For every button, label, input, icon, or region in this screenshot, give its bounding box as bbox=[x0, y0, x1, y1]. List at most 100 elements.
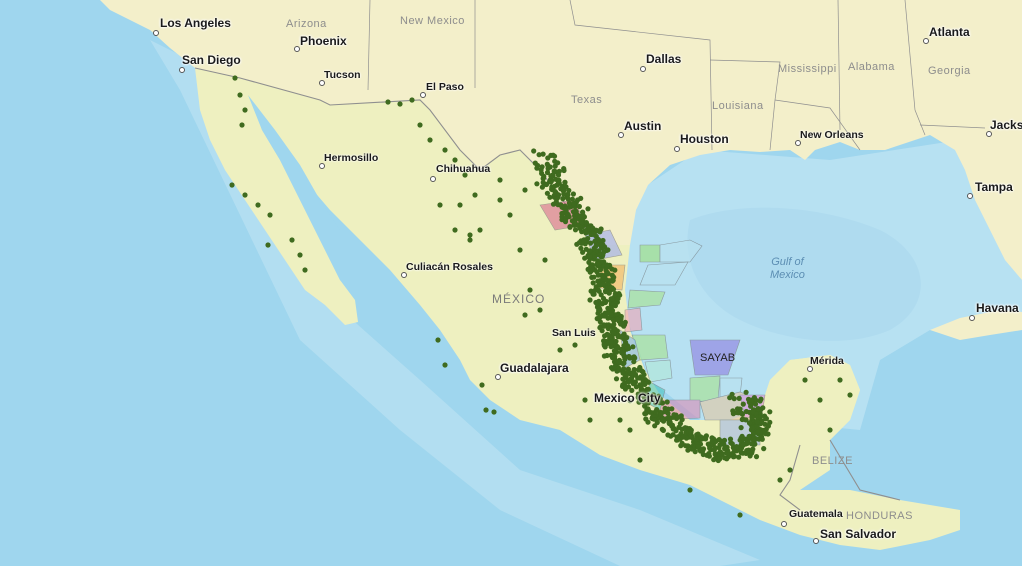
well-point bbox=[597, 314, 604, 320]
well-point bbox=[712, 445, 719, 451]
well-point bbox=[612, 326, 618, 332]
well-point bbox=[297, 252, 303, 258]
well-point bbox=[620, 351, 627, 358]
well-point bbox=[758, 413, 764, 419]
well-point bbox=[576, 240, 583, 246]
well-point bbox=[595, 287, 601, 293]
city-label-austin: Austin bbox=[624, 119, 662, 133]
block-label-sayab: SAYAB bbox=[700, 352, 736, 364]
city-marker bbox=[674, 146, 680, 152]
well-point bbox=[540, 175, 547, 181]
well-point bbox=[724, 456, 730, 462]
well-point bbox=[232, 75, 238, 81]
city-label-san-salvador: San Salvador bbox=[820, 527, 897, 541]
well-point bbox=[611, 331, 617, 337]
well-point bbox=[817, 397, 823, 403]
well-point bbox=[522, 187, 528, 193]
map-view[interactable]: Los Angeles San Diego Phoenix Tucson El … bbox=[0, 0, 1022, 566]
well-point bbox=[567, 224, 573, 230]
well-point bbox=[737, 512, 743, 518]
well-point bbox=[604, 262, 610, 268]
well-point bbox=[545, 155, 551, 161]
well-point bbox=[608, 305, 614, 311]
well-point bbox=[442, 147, 448, 153]
well-point bbox=[599, 251, 605, 257]
well-point bbox=[717, 456, 723, 462]
well-point bbox=[738, 410, 745, 416]
well-point bbox=[666, 414, 672, 421]
well-point bbox=[555, 178, 562, 185]
well-point bbox=[609, 278, 615, 284]
well-point bbox=[603, 289, 609, 295]
city-label-culiacan-rosales: Culiacán Rosales bbox=[406, 261, 493, 273]
well-point bbox=[677, 414, 684, 420]
well-point bbox=[538, 167, 544, 173]
city-label-houston: Houston bbox=[680, 132, 729, 146]
well-point bbox=[627, 427, 633, 433]
well-point bbox=[598, 242, 604, 248]
well-point bbox=[712, 451, 718, 457]
well-point bbox=[616, 367, 622, 373]
well-point bbox=[572, 342, 578, 348]
well-point bbox=[623, 384, 629, 390]
well-point bbox=[743, 417, 749, 423]
well-point bbox=[479, 382, 485, 388]
well-point bbox=[557, 347, 563, 353]
well-point bbox=[743, 389, 749, 395]
city-label-guadalajara: Guadalajara bbox=[500, 361, 569, 375]
well-point bbox=[719, 438, 725, 444]
well-point bbox=[827, 427, 833, 433]
well-point bbox=[738, 425, 744, 431]
well-point bbox=[640, 369, 646, 375]
well-point bbox=[736, 454, 742, 460]
well-point bbox=[638, 384, 644, 390]
well-point bbox=[452, 157, 458, 163]
well-point bbox=[582, 255, 588, 261]
well-point bbox=[748, 397, 754, 403]
well-point bbox=[665, 432, 671, 438]
city-marker bbox=[430, 176, 436, 182]
well-point bbox=[612, 267, 618, 273]
well-point bbox=[578, 219, 584, 225]
well-point bbox=[707, 445, 713, 451]
well-point bbox=[736, 395, 742, 401]
well-point bbox=[497, 197, 503, 203]
well-point bbox=[265, 242, 271, 248]
well-point bbox=[302, 267, 308, 273]
well-point bbox=[635, 367, 642, 373]
well-point bbox=[517, 247, 523, 253]
well-point bbox=[590, 280, 596, 286]
well-point bbox=[724, 450, 731, 456]
well-point bbox=[603, 298, 609, 304]
well-point bbox=[754, 419, 760, 425]
well-point bbox=[560, 196, 566, 202]
well-point bbox=[601, 323, 607, 329]
well-point bbox=[698, 434, 704, 441]
well-point bbox=[555, 172, 562, 178]
well-point bbox=[427, 137, 433, 143]
well-point bbox=[597, 307, 603, 313]
region-label-texas: Texas bbox=[571, 94, 603, 106]
city-label-san-luis: San Luis bbox=[552, 327, 596, 339]
well-point bbox=[753, 454, 760, 460]
well-point bbox=[491, 409, 497, 415]
region-label-georgia: Georgia bbox=[928, 65, 971, 77]
well-point bbox=[569, 218, 576, 224]
well-point bbox=[740, 436, 747, 442]
well-point bbox=[467, 232, 473, 238]
well-point bbox=[561, 191, 567, 197]
well-point bbox=[435, 337, 441, 343]
well-point bbox=[592, 254, 598, 260]
well-point bbox=[670, 426, 676, 432]
well-point bbox=[709, 435, 715, 441]
well-point bbox=[532, 160, 538, 166]
well-point bbox=[597, 319, 603, 325]
well-point bbox=[611, 321, 617, 327]
well-point bbox=[545, 163, 551, 169]
well-point bbox=[582, 397, 588, 403]
well-point bbox=[467, 237, 473, 243]
well-point bbox=[534, 181, 540, 187]
city-label-los-angeles: Los Angeles bbox=[160, 16, 231, 30]
well-point bbox=[750, 409, 756, 415]
city-label-new-orleans: New Orleans bbox=[800, 129, 864, 141]
